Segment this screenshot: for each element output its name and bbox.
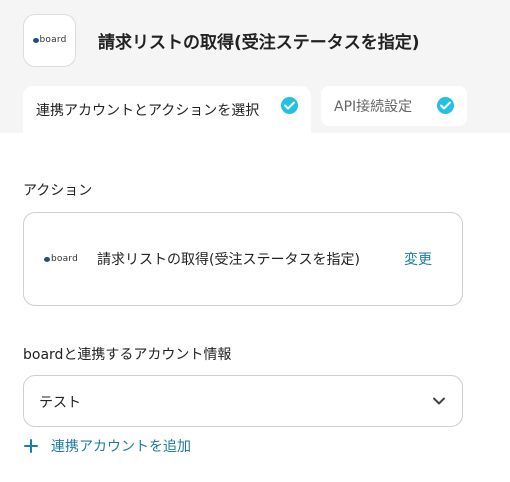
tab-label: 連携アカウントとアクションを選択 <box>36 103 260 119</box>
app-logo-box: board <box>23 14 76 67</box>
tab-account-action[interactable]: 連携アカウントとアクションを選択 <box>23 86 311 134</box>
account-heading: boardと連携するアカウント情報 <box>23 347 232 363</box>
board-logo-text: board <box>51 254 78 264</box>
account-select-value: テスト <box>39 395 81 411</box>
account-select[interactable]: テスト <box>23 375 463 427</box>
board-logo-text: board <box>39 35 67 45</box>
check-icon <box>437 97 454 114</box>
change-button[interactable]: 変更 <box>404 249 432 269</box>
add-account-label: 連携アカウントを追加 <box>51 439 191 455</box>
chevron-down-icon <box>433 397 445 405</box>
action-name: 請求リストの取得(受注ステータスを指定) <box>97 252 360 268</box>
tab-label: API接続設定 <box>334 99 413 115</box>
board-logo: board <box>44 255 78 264</box>
action-card: board 請求リストの取得(受注ステータスを指定) 変更 <box>23 212 463 306</box>
page-title: 請求リストの取得(受注ステータスを指定) <box>98 33 420 53</box>
plus-icon <box>24 439 38 453</box>
board-logo: board <box>32 35 67 45</box>
action-heading: アクション <box>23 183 93 199</box>
add-account-button[interactable]: 連携アカウントを追加 <box>23 436 191 456</box>
tab-api-settings[interactable]: API接続設定 <box>321 86 467 126</box>
check-icon <box>281 97 298 114</box>
board-logo-icon <box>32 38 39 43</box>
board-logo-icon <box>44 257 50 262</box>
